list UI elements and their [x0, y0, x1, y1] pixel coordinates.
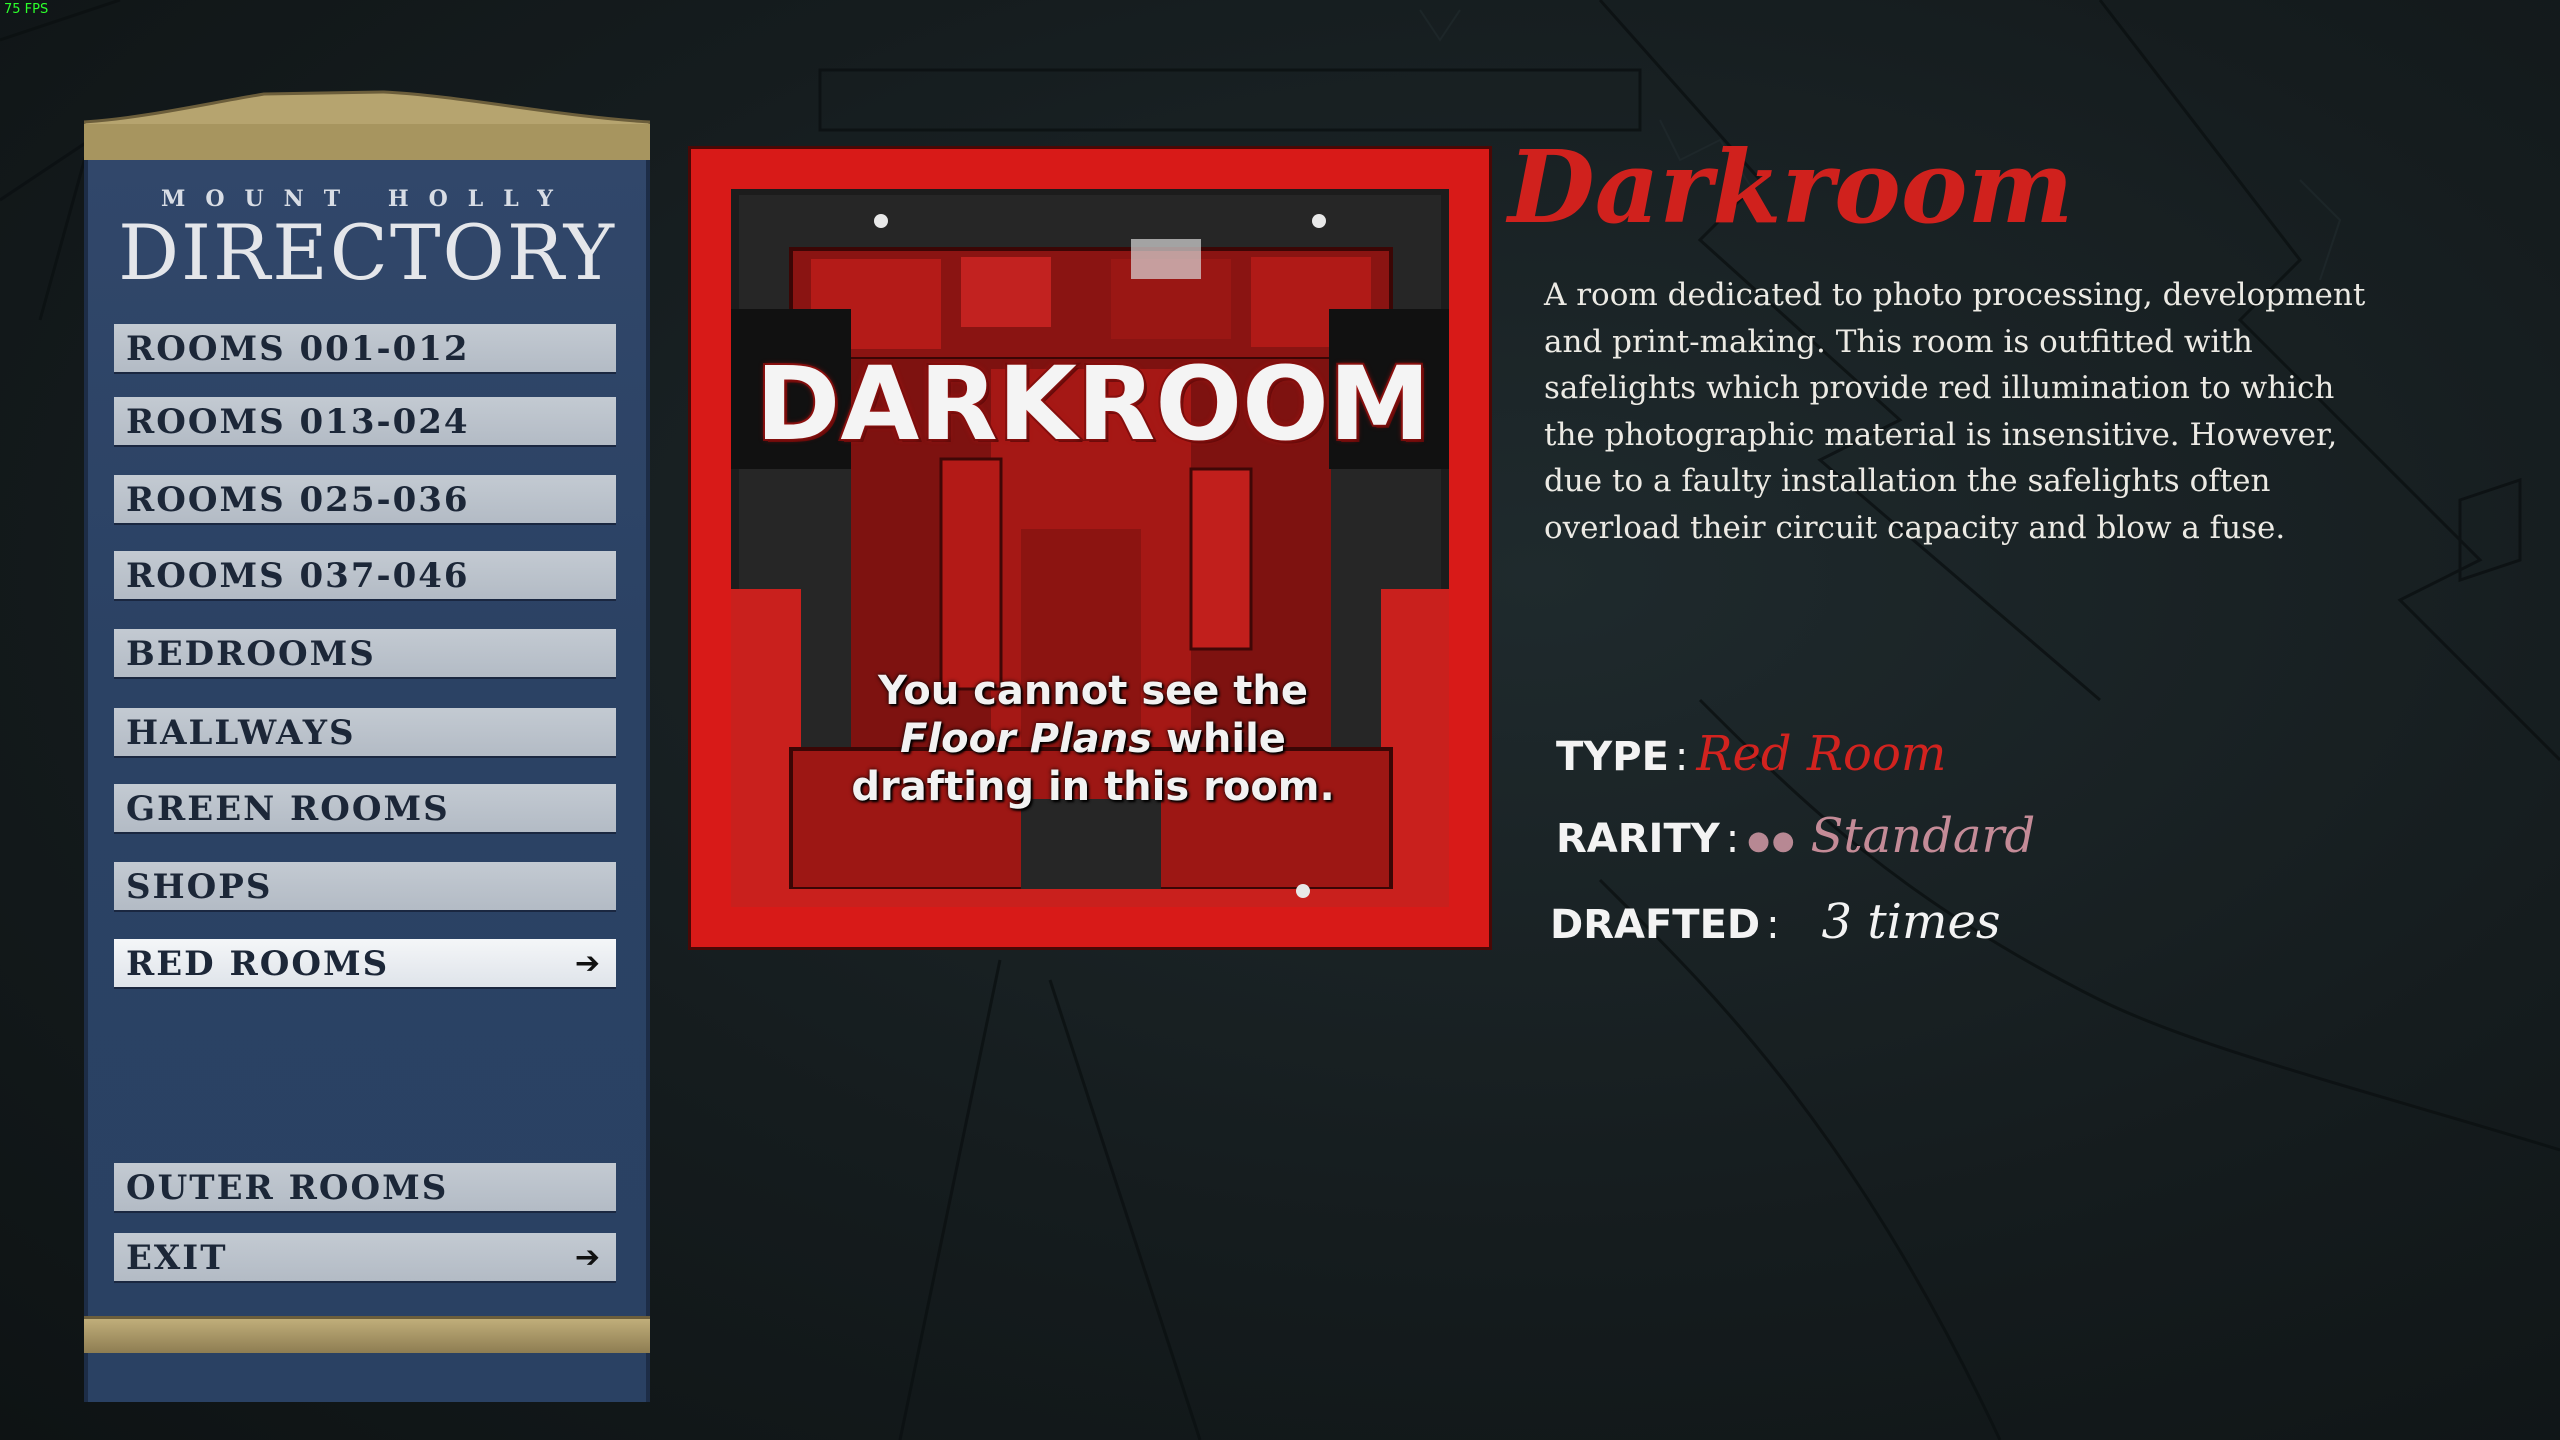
- menu-outer-rooms[interactable]: OUTER ROOMS: [114, 1163, 616, 1211]
- menu-label: EXIT: [126, 1238, 228, 1278]
- menu-rooms-001-012[interactable]: ROOMS 001-012: [114, 324, 616, 372]
- stat-colon: :: [1766, 902, 1780, 948]
- menu-label: HALLWAYS: [126, 713, 356, 753]
- room-note-line3: drafting in this room.: [851, 764, 1335, 810]
- arrow-right-icon: ➔: [574, 1240, 602, 1275]
- menu-green-rooms[interactable]: GREEN ROOMS: [114, 784, 616, 832]
- stat-type: TYPE: Red Room: [1556, 726, 1946, 782]
- menu-label: ROOMS 025-036: [126, 480, 470, 520]
- directory-bottom-board: [84, 1316, 650, 1353]
- room-floorplan-art: [731, 189, 1449, 907]
- stat-rarity: RARITY: ●● Standard: [1556, 808, 2035, 864]
- menu-label: ROOMS 001-012: [126, 329, 470, 369]
- menu-label: ROOMS 013-024: [126, 402, 470, 442]
- menu-label: ROOMS 037-046: [126, 556, 470, 596]
- directory-panel: MOUNT HOLLY DIRECTORY ROOMS 001-012 ROOM…: [84, 88, 650, 1402]
- directory-top-board: [84, 90, 650, 160]
- menu-exit[interactable]: EXIT ➔: [114, 1233, 616, 1281]
- arrow-right-icon: ➔: [574, 946, 602, 981]
- room-note-emphasis: Floor Plans: [900, 716, 1153, 762]
- stat-drafted-label: DRAFTED: [1550, 902, 1761, 948]
- menu-rooms-025-036[interactable]: ROOMS 025-036: [114, 475, 616, 523]
- menu-rooms-013-024[interactable]: ROOMS 013-024: [114, 397, 616, 445]
- menu-label: BEDROOMS: [126, 634, 376, 674]
- room-note-mid: while: [1152, 716, 1286, 762]
- menu-label: RED ROOMS: [126, 944, 390, 984]
- room-description: A room dedicated to photo processing, de…: [1544, 277, 2366, 546]
- menu-label: GREEN ROOMS: [126, 789, 450, 829]
- room-note-line1: You cannot see the: [877, 668, 1309, 714]
- room-image-title: DARKROOM: [754, 343, 1433, 466]
- rarity-dots-icon: ●●: [1747, 826, 1797, 856]
- menu-bedrooms[interactable]: BEDROOMS: [114, 629, 616, 677]
- menu-label: OUTER ROOMS: [126, 1168, 449, 1208]
- stat-colon: :: [1725, 816, 1740, 862]
- menu-red-rooms[interactable]: RED ROOMS ➔: [114, 939, 616, 987]
- room-image: DARKROOM You cannot see the Floor Plans …: [688, 146, 1492, 950]
- stat-drafted: DRAFTED: 3 times: [1550, 894, 2001, 950]
- menu-label: SHOPS: [126, 867, 273, 907]
- room-title: Darkroom: [1508, 128, 2074, 246]
- directory-title: DIRECTORY: [118, 208, 616, 297]
- menu-hallways[interactable]: HALLWAYS: [114, 708, 616, 756]
- menu-shops[interactable]: SHOPS: [114, 862, 616, 910]
- menu-rooms-037-046[interactable]: ROOMS 037-046: [114, 551, 616, 599]
- fps-counter: 75 FPS: [4, 2, 49, 17]
- stat-rarity-label: RARITY: [1556, 816, 1720, 862]
- stat-colon: :: [1674, 734, 1689, 780]
- stat-drafted-value: 3 times: [1821, 894, 2001, 950]
- room-note: You cannot see the Floor Plans while dra…: [811, 667, 1375, 811]
- stat-type-label: TYPE: [1556, 734, 1669, 780]
- stat-type-value: Red Room: [1696, 726, 1947, 782]
- room-note-line2: Floor Plans while: [811, 715, 1375, 763]
- stat-rarity-value: Standard: [1810, 808, 2036, 864]
